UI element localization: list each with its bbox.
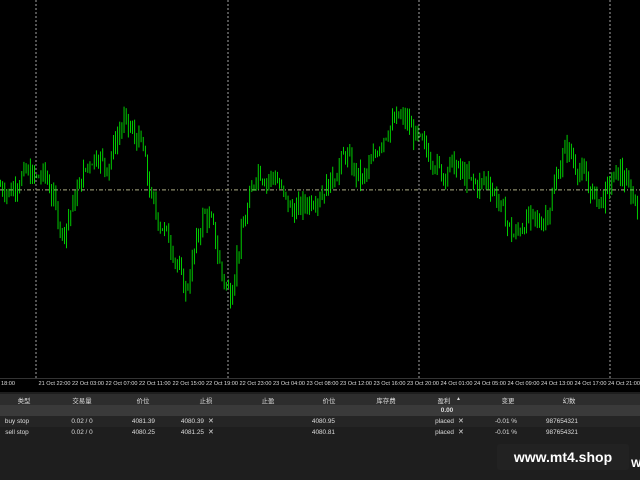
time-tick-label: 21 Oct 22:00 <box>38 381 71 387</box>
time-tick-label: 23 Oct 08:00 <box>306 381 339 387</box>
price-chart[interactable] <box>0 0 640 378</box>
col-swap-header[interactable]: 库存费 <box>376 396 395 405</box>
time-tick-label: 22 Oct 07:00 <box>105 381 138 387</box>
terminal-total-row: 0.00 <box>0 405 640 416</box>
order-status: placed <box>435 429 454 436</box>
order-current-price: 4080.81 <box>311 429 335 436</box>
time-tick-label: 18:00 <box>1 381 15 387</box>
order-magic: 987654321 <box>546 429 578 436</box>
col-price-header[interactable]: 价位 <box>137 396 150 405</box>
sort-arrow-icon[interactable]: ▲ <box>456 396 461 402</box>
time-tick-label: 24 Oct 21:00 <box>608 381 640 387</box>
watermark-text: www.mt4.shop <box>513 449 613 465</box>
total-profit: 0.00 <box>440 407 454 414</box>
order-price[interactable]: 4080.25 <box>132 429 155 436</box>
time-tick-label: 24 Oct 09:00 <box>507 381 540 387</box>
col-type-header[interactable]: 类型 <box>18 396 31 405</box>
col-volume-header[interactable]: 交易量 <box>72 396 91 405</box>
col-profit-header[interactable]: 盈利 <box>438 396 451 405</box>
order-type: sell stop <box>5 429 29 436</box>
cancel-order-icon[interactable]: ✕ <box>458 417 464 425</box>
col-change-header[interactable]: 变更 <box>502 396 515 405</box>
time-tick-label: 23 Oct 04:00 <box>273 381 306 387</box>
table-row[interactable]: sell stop 0.02 / 0 4080.25 4081.25 ✕ 408… <box>0 427 640 438</box>
col-sl-header[interactable]: 止损 <box>200 396 213 405</box>
order-magic: 987654321 <box>546 418 578 425</box>
col-current-price-header[interactable]: 价位 <box>323 396 336 405</box>
time-tick-label: 22 Oct 11:00 <box>139 381 171 387</box>
order-type: buy stop <box>4 418 30 425</box>
time-tick-label: 24 Oct 05:00 <box>474 381 507 387</box>
watermark-edge-letter: W <box>631 458 640 470</box>
time-tick-label: 24 Oct 17:00 <box>574 381 607 387</box>
time-axis: 18:00 21 Oct 22:00 22 Oct 03:00 22 Oct 07:0… <box>0 378 640 393</box>
order-volume: 0.02 / 0 <box>71 418 93 425</box>
time-tick-label: 23 Oct 12:00 <box>340 381 373 387</box>
time-tick-label: 22 Oct 19:00 <box>206 381 239 387</box>
clear-sl-icon[interactable]: ✕ <box>208 428 214 436</box>
order-sl[interactable]: 4081.25 <box>181 429 204 436</box>
order-change: -0.01 % <box>494 429 517 436</box>
order-status: placed <box>435 418 454 425</box>
candlestick-chart <box>0 0 640 378</box>
time-tick-label: 24 Oct 01:00 <box>440 381 473 387</box>
order-sl[interactable]: 4080.39 <box>181 418 204 425</box>
watermark-banner: www.mt4.shop <box>497 444 629 470</box>
col-tp-header[interactable]: 止盈 <box>262 396 275 405</box>
time-tick-label: 23 Oct 20:00 <box>407 381 440 387</box>
order-current-price: 4080.95 <box>311 418 335 425</box>
order-price[interactable]: 4081.39 <box>132 418 155 425</box>
time-tick-label: 22 Oct 15:00 <box>172 381 205 387</box>
order-volume: 0.02 / 0 <box>71 429 93 436</box>
time-tick-label: 22 Oct 03:00 <box>72 381 105 387</box>
time-tick-label: 22 Oct 23:00 <box>239 381 272 387</box>
clear-sl-icon[interactable]: ✕ <box>208 417 214 425</box>
table-row[interactable]: buy stop 0.02 / 0 4081.39 4080.39 ✕ 4080… <box>0 416 640 427</box>
terminal-header-row: 类型 交易量 价位 止损 止盈 价位 库存费 盈利 ▲ 变更 幻数 <box>0 394 640 405</box>
time-tick-label: 23 Oct 16:00 <box>373 381 406 387</box>
cancel-order-icon[interactable]: ✕ <box>458 428 464 436</box>
time-tick-label: 24 Oct 13:00 <box>541 381 574 387</box>
col-magic-header[interactable]: 幻数 <box>563 396 576 405</box>
order-change: -0.01 % <box>494 418 517 425</box>
